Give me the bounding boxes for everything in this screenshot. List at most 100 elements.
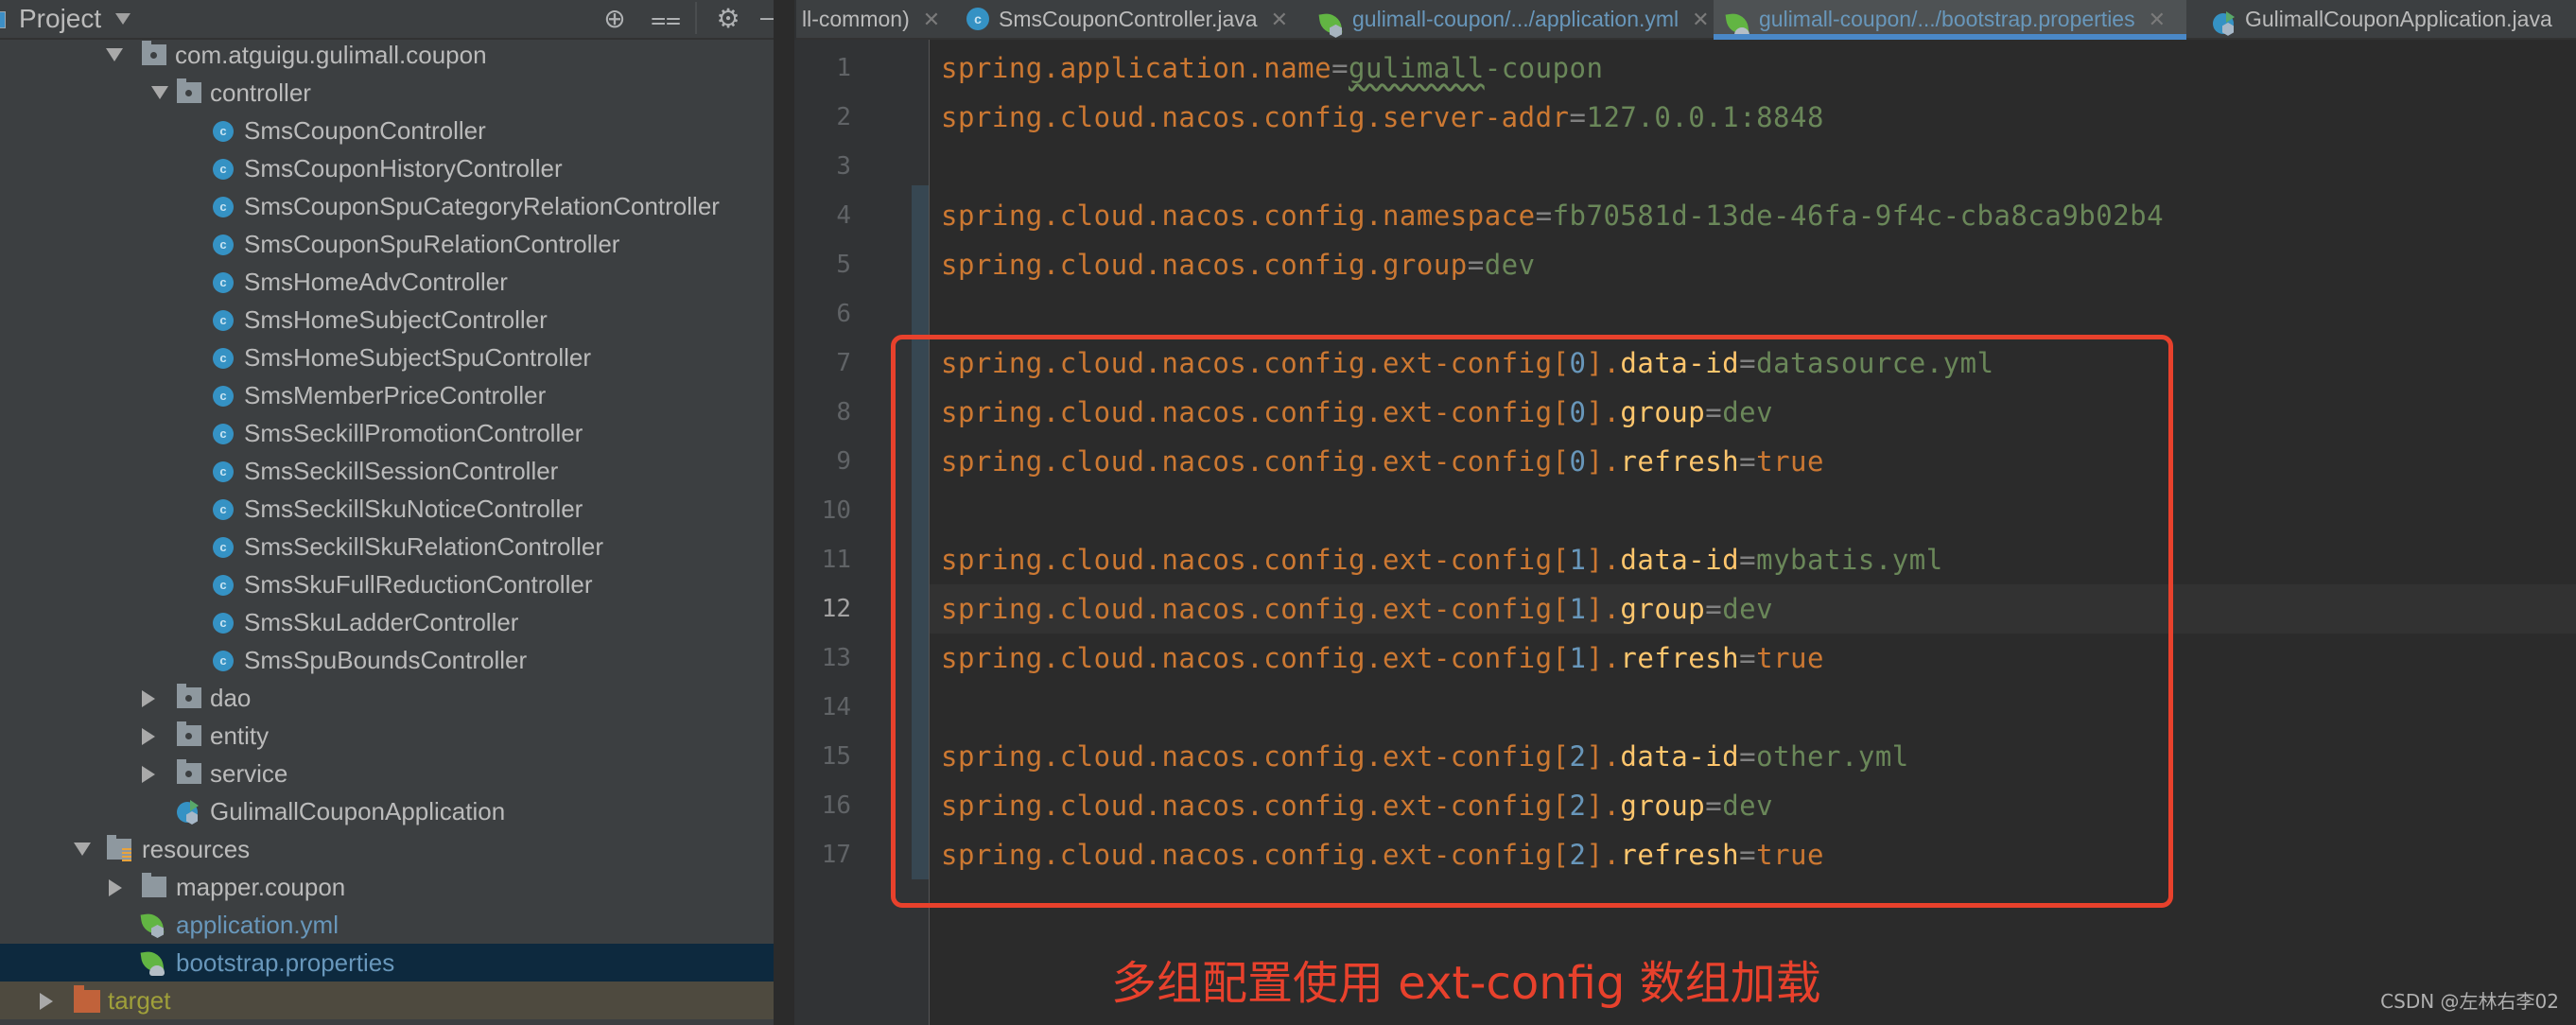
package-folder-icon [177, 78, 201, 103]
folder-icon [142, 873, 166, 897]
class-icon: c [213, 159, 234, 180]
tab-bar-divider [794, 0, 796, 40]
tree-item-label: SmsHomeSubjectSpuController [244, 343, 592, 372]
tree-item-label: SmsCouponController [244, 116, 486, 145]
close-tab-icon[interactable]: ✕ [2149, 8, 2166, 31]
tree-item-label: SmsSpuBoundsController [244, 646, 528, 674]
equals-sign: = [1332, 52, 1349, 84]
line-number: 5 [836, 251, 851, 279]
tree-item[interactable]: service [0, 755, 774, 792]
line-number: 13 [821, 644, 851, 672]
class-icon: c [213, 537, 234, 558]
tree-item[interactable]: mapper.coupon [0, 868, 774, 906]
package-folder-icon [177, 721, 201, 746]
property-key: spring.cloud.nacos.config.group [941, 249, 1468, 281]
tree-item-label: target [108, 986, 171, 1015]
tree-item[interactable]: target [0, 982, 774, 1019]
tree-item[interactable]: resources [0, 830, 774, 868]
tree-item[interactable]: c SmsMemberPriceController [0, 376, 774, 414]
tree-item[interactable]: c SmsHomeSubjectSpuController [0, 339, 774, 376]
spring-boot-app-icon [2213, 10, 2236, 36]
spring-boot-app-icon [177, 800, 200, 825]
tree-item-label: SmsSeckillSkuNoticeController [244, 495, 583, 523]
tree-item[interactable]: application.yml [0, 906, 774, 944]
tree-item[interactable]: entity [0, 717, 774, 755]
property-value: 127.0.0.1:8848 [1586, 101, 1824, 133]
tree-item[interactable]: com.atguigu.gulimall.coupon [0, 36, 774, 74]
tree-item[interactable]: dao [0, 679, 774, 717]
tree-item-label: controller [210, 78, 311, 107]
tree-item[interactable]: c SmsSeckillSkuNoticeController [0, 490, 774, 528]
tree-item-label: entity [210, 721, 270, 750]
tree-item[interactable]: c SmsHomeAdvController [0, 263, 774, 301]
tree-item-label: SmsSeckillPromotionController [244, 419, 583, 447]
expand-arrow-icon[interactable] [151, 86, 168, 99]
line-number: 9 [836, 447, 851, 476]
tree-item-label: com.atguigu.gulimall.coupon [175, 41, 487, 69]
class-icon: c [213, 310, 234, 331]
resources-folder-icon [107, 835, 131, 861]
collapse-arrow-icon[interactable] [40, 993, 53, 1010]
line-number: 11 [821, 546, 851, 574]
tree-item[interactable]: c SmsSkuFullReductionController [0, 565, 774, 603]
gear-icon[interactable]: ⚙ [711, 4, 745, 34]
tree-item[interactable]: c SmsSeckillSkuRelationController [0, 528, 774, 565]
tree-item[interactable]: c SmsCouponSpuCategoryRelationController [0, 187, 774, 225]
collapse-all-icon[interactable]: ⩵ [651, 4, 681, 34]
chevron-down-icon[interactable] [115, 13, 131, 25]
spellcheck-word: gulimall [1349, 52, 1485, 84]
spring-config-icon [1318, 11, 1343, 38]
tree-item[interactable]: c SmsCouponController [0, 112, 774, 149]
close-tab-icon[interactable]: ✕ [1692, 8, 1709, 31]
collapse-arrow-icon[interactable] [142, 766, 155, 783]
line-number: 6 [836, 300, 851, 328]
editor-tab-bar: ll-common) ✕ c SmsCouponController.java ✕ gul… [794, 0, 2576, 40]
code-line[interactable]: spring.cloud.nacos.config.group=dev [941, 240, 1536, 289]
tree-item[interactable]: c SmsSeckillSessionController [0, 452, 774, 490]
locate-icon[interactable]: ⊕ [596, 4, 634, 34]
editor-tab[interactable]: ll-common) ✕ [802, 0, 940, 38]
tree-item[interactable]: controller [0, 74, 774, 112]
property-value: fb70581d-13de-46fa-9f4c-cba8ca9b02b4 [1552, 200, 2165, 232]
tree-item[interactable]: c SmsCouponHistoryController [0, 149, 774, 187]
expand-arrow-icon[interactable] [106, 48, 123, 61]
editor-tab[interactable]: gulimall-coupon/.../bootstrap.properties… [1714, 0, 2187, 40]
tree-item[interactable]: c SmsSeckillPromotionController [0, 414, 774, 452]
tree-item[interactable]: c SmsHomeSubjectController [0, 301, 774, 339]
editor-tab[interactable]: c SmsCouponController.java ✕ [966, 0, 1288, 38]
code-line[interactable]: spring.application.name=gulimall-coupon [941, 43, 1603, 93]
class-icon: c [213, 499, 234, 520]
tree-item[interactable]: bootstrap.properties [0, 944, 774, 982]
tree-item-label: GulimallCouponApplication [210, 797, 506, 825]
collapse-arrow-icon[interactable] [109, 879, 122, 896]
close-tab-icon[interactable]: ✕ [923, 8, 940, 31]
tree-item[interactable]: GulimallCouponApplication [0, 792, 774, 830]
tree-item-label: SmsMemberPriceController [244, 381, 547, 409]
editor-tab[interactable]: GulimallCouponApplication.java [2213, 0, 2552, 38]
excluded-folder-icon [74, 985, 100, 1013]
tree-item-label: application.yml [176, 911, 339, 939]
equals-sign: = [1535, 200, 1553, 232]
code-line[interactable]: spring.cloud.nacos.config.server-addr=12… [941, 93, 1824, 142]
expand-arrow-icon[interactable] [74, 843, 91, 856]
property-value: gulimall-coupon [1349, 52, 1604, 84]
tab-label: gulimall-coupon/.../bootstrap.properties [1759, 7, 2135, 31]
code-line[interactable]: spring.cloud.nacos.config.namespace=fb70… [941, 191, 2164, 240]
collapse-arrow-icon[interactable] [142, 728, 155, 745]
line-number: 16 [821, 791, 851, 820]
collapse-arrow-icon[interactable] [142, 690, 155, 707]
tree-item-label: service [210, 759, 288, 788]
code-editor[interactable]: 1 2 3 4 5 6 7 8 9 10 11 12 13 14 15 16 17 spring.applica… [794, 40, 2576, 1025]
line-number: 3 [836, 152, 851, 181]
tree-item[interactable]: c SmsCouponSpuRelationController [0, 225, 774, 263]
tree-item[interactable]: c SmsSkuLadderController [0, 603, 774, 641]
editor-tab[interactable]: gulimall-coupon/.../application.yml ✕ [1318, 0, 1710, 38]
tree-item-label: mapper.coupon [176, 873, 346, 901]
project-view-selector[interactable]: Project [19, 4, 101, 34]
minimize-icon[interactable]: — [759, 2, 774, 32]
equals-sign: = [1467, 249, 1485, 281]
tree-item-label: SmsCouponSpuRelationController [244, 230, 620, 258]
close-tab-icon[interactable]: ✕ [1271, 8, 1288, 31]
tree-item[interactable]: c SmsSpuBoundsController [0, 641, 774, 679]
class-icon: c [213, 461, 234, 482]
